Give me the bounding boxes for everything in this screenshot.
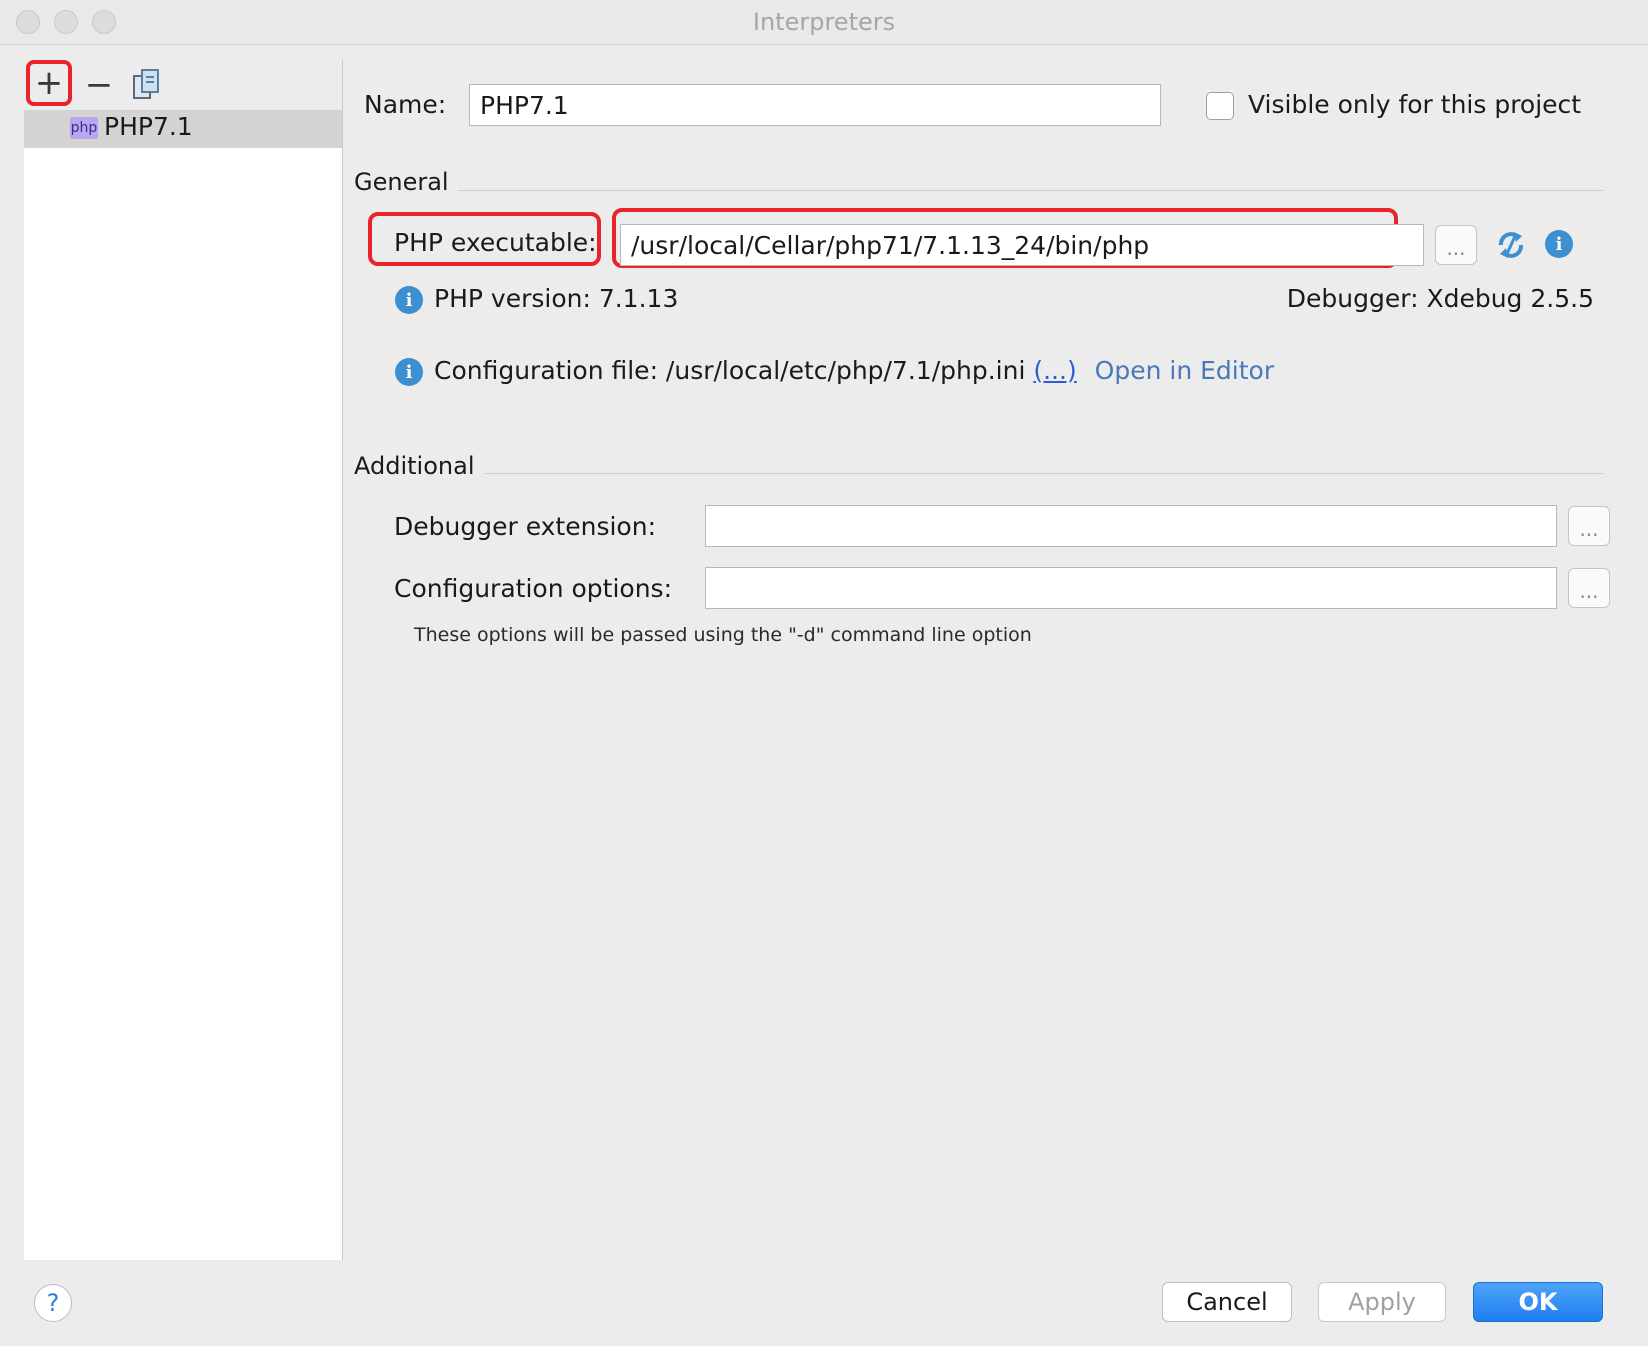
configuration-options-hint: These options will be passed using the "… <box>414 624 1032 646</box>
minus-icon: − <box>84 65 114 105</box>
copy-interpreter-button[interactable] <box>126 64 168 106</box>
config-file-text: Configuration file: /usr/local/etc/php/7… <box>434 356 1026 385</box>
additional-divider <box>484 473 1604 474</box>
open-in-editor-link[interactable]: Open in Editor <box>1095 356 1274 385</box>
general-divider <box>458 190 1604 191</box>
visible-only-checkbox[interactable] <box>1206 92 1234 120</box>
ok-button[interactable]: OK <box>1473 1282 1603 1322</box>
list-item-label: PHP7.1 <box>104 112 193 141</box>
debugger-text: Debugger: Xdebug 2.5.5 <box>1286 284 1594 313</box>
configuration-options-input[interactable] <box>705 567 1557 609</box>
apply-button[interactable]: Apply <box>1318 1282 1446 1322</box>
general-section-title: General <box>354 168 449 196</box>
php-executable-input[interactable] <box>620 224 1424 266</box>
info-icon: i <box>395 286 423 314</box>
browse-debugger-extension-button[interactable]: ... <box>1568 506 1610 546</box>
configuration-options-label: Configuration options: <box>394 574 672 603</box>
cancel-button[interactable]: Cancel <box>1162 1282 1292 1322</box>
window-title: Interpreters <box>752 8 896 36</box>
plus-icon: + <box>34 63 64 103</box>
debugger-extension-label: Debugger extension: <box>394 512 656 541</box>
name-input[interactable] <box>469 84 1161 126</box>
title-bar: Interpreters <box>0 0 1648 45</box>
browse-php-executable-button[interactable]: ... <box>1435 225 1477 265</box>
php-icon: php <box>70 117 98 139</box>
help-button[interactable]: ? <box>34 1284 72 1322</box>
interpreter-list-panel <box>24 60 343 1260</box>
copy-icon <box>133 69 159 99</box>
debugger-extension-input[interactable] <box>705 505 1557 547</box>
name-label: Name: <box>364 90 447 119</box>
visible-only-label: Visible only for this project <box>1248 90 1582 119</box>
php-executable-label: PHP executable: <box>394 228 597 257</box>
php-version-text: PHP version: 7.1.13 <box>434 284 679 313</box>
config-file-link[interactable]: (...) <box>1033 356 1076 385</box>
additional-section-title: Additional <box>354 452 475 480</box>
add-interpreter-button[interactable]: + <box>26 60 72 106</box>
info-icon[interactable]: i <box>1545 230 1573 258</box>
remove-interpreter-button[interactable]: − <box>78 64 120 106</box>
info-icon: i <box>395 358 423 386</box>
browse-configuration-options-button[interactable]: ... <box>1568 568 1610 608</box>
config-file-line: Configuration file: /usr/local/etc/php/7… <box>434 356 1274 385</box>
reload-icon[interactable] <box>1494 228 1528 262</box>
